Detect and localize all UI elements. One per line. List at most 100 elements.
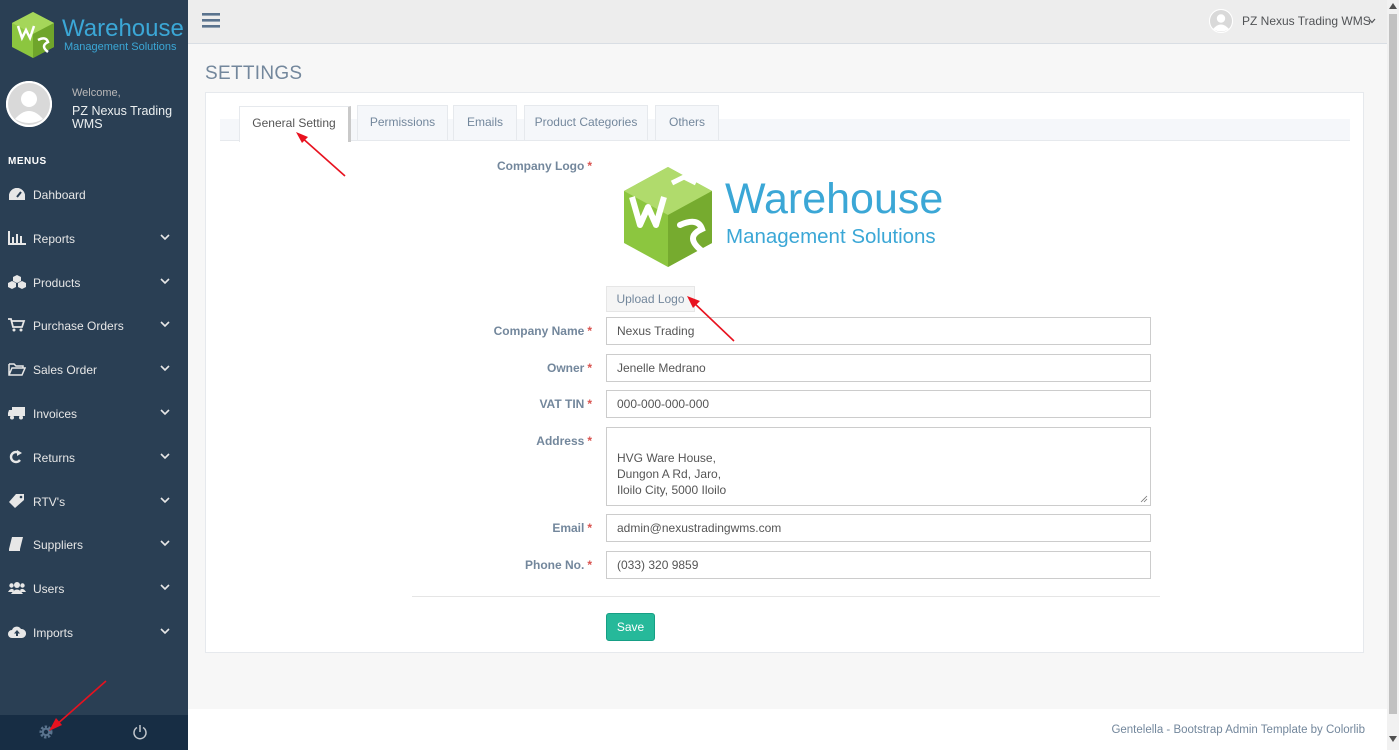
sidebar-item-users[interactable]: Users: [0, 566, 188, 610]
address-label: Address *: [536, 434, 592, 448]
chevron-down-icon: [160, 584, 170, 591]
chevron-down-icon: [160, 409, 170, 416]
chevron-down-icon: [160, 278, 170, 284]
user-name: PZ Nexus Trading WMS: [1242, 14, 1371, 28]
avatar: [1209, 9, 1233, 33]
vertical-scrollbar[interactable]: [1387, 0, 1399, 750]
brand-title: Warehouse: [62, 15, 184, 42]
footer-credit: Gentelella - Bootstrap Admin Template by…: [1111, 724, 1365, 736]
company-logo-label: Company Logo *: [497, 159, 592, 173]
sidebar-item-label: Purchase Orders: [33, 319, 124, 334]
sidebar-item-sales-order[interactable]: Sales Order: [0, 347, 188, 391]
email-label: Email *: [552, 521, 592, 535]
sidebar-item-returns[interactable]: Returns: [0, 435, 188, 479]
sidebar-item-label: Invoices: [33, 406, 78, 421]
resize-handle-icon[interactable]: [1140, 495, 1148, 503]
sidebar-item-invoices[interactable]: Invoices: [0, 391, 188, 435]
chevron-down-icon: [160, 365, 170, 372]
sidebar-item-label: Reports: [33, 231, 76, 246]
truck-icon: [8, 406, 25, 420]
chevron-down-icon: [160, 234, 170, 240]
sidebar-item-label: Imports: [33, 625, 74, 640]
refresh-icon: [9, 449, 22, 463]
folder-open-icon: [8, 363, 26, 376]
dashboard-icon: [9, 188, 25, 200]
sidebar-item-suppliers[interactable]: Suppliers: [0, 522, 188, 566]
chevron-down-icon: [160, 497, 170, 503]
company-logo-image: Warehouse Management Solutions: [618, 163, 958, 273]
vat-tin-label: VAT TIN *: [539, 397, 592, 411]
scroll-up-icon[interactable]: [1389, 3, 1397, 9]
sidebar-item-label: Returns: [33, 450, 76, 465]
address-text: HVG Ware House, Dungon A Rd, Jaro, Iloil…: [617, 451, 727, 497]
logo-title: Warehouse: [725, 175, 944, 223]
chevron-down-icon: [160, 453, 170, 459]
settings-panel: General Setting Permissions Emails Produ…: [205, 92, 1364, 653]
profile-block: Welcome, PZ Nexus Trading WMS: [0, 76, 188, 136]
sidebar-item-label: Users: [33, 582, 65, 597]
sidebar-item-products[interactable]: Products: [0, 260, 188, 304]
user-profile-dropdown[interactable]: PZ Nexus Trading WMS: [1209, 9, 1377, 33]
user-avatar-icon: [1209, 9, 1233, 33]
chevron-down-icon: [160, 540, 170, 547]
phone-label: Phone No. *: [524, 558, 592, 572]
upload-logo-button[interactable]: Upload Logo: [606, 286, 695, 312]
sidebar-item-reports[interactable]: Reports: [0, 216, 188, 260]
tab-others[interactable]: Others: [655, 105, 719, 140]
users-icon: [8, 582, 26, 595]
brand-link[interactable]: Warehouse Management Solutions: [0, 0, 188, 62]
owner-input[interactable]: Jenelle Medrano: [606, 354, 1151, 382]
menu-section-title: MENUS: [8, 156, 47, 167]
sidebar-item-label: Products: [33, 275, 81, 290]
settings-button[interactable]: [0, 721, 94, 747]
book-icon: [9, 537, 23, 552]
sidebar-item-purchase-orders[interactable]: Purchase Orders: [0, 303, 188, 347]
wms-logo-icon: [624, 167, 712, 267]
page-title: SETTINGS: [205, 63, 303, 84]
company-name-input[interactable]: Nexus Trading: [606, 317, 1151, 345]
save-button[interactable]: Save: [606, 613, 655, 641]
side-menu: Dahboard Reports Products Purchase Order…: [0, 172, 188, 654]
sidebar-item-label: Suppliers: [33, 538, 84, 553]
chevron-down-icon: [160, 321, 170, 328]
sidebar-footer: [0, 715, 188, 750]
page-footer: Gentelella - Bootstrap Admin Template by…: [188, 709, 1387, 750]
logo-subtitle: Management Solutions: [726, 225, 936, 248]
cloud-upload-icon: [8, 626, 26, 638]
menu-toggle-icon[interactable]: [202, 11, 220, 29]
sidebar-item-dashboard[interactable]: Dahboard: [0, 172, 188, 216]
brand-subtitle: Management Solutions: [64, 41, 177, 53]
tab-general-setting[interactable]: General Setting: [239, 106, 351, 142]
sidebar-item-label: Dahboard: [33, 188, 86, 202]
sidebar-item-rtvs[interactable]: RTV's: [0, 479, 188, 523]
address-textarea[interactable]: HVG Ware House, Dungon A Rd, Jaro, Iloil…: [606, 427, 1151, 506]
sidebar-item-label: RTV's: [33, 494, 66, 509]
gear-icon: [39, 725, 53, 739]
bar-chart-icon: [8, 230, 26, 245]
form-divider: [412, 596, 1160, 597]
top-navigation: PZ Nexus Trading WMS: [188, 0, 1387, 44]
scroll-thumb[interactable]: [1389, 14, 1397, 714]
power-icon: [133, 725, 147, 740]
cubes-icon: [8, 274, 26, 289]
chevron-down-icon: [1368, 18, 1376, 24]
logout-button[interactable]: [94, 721, 188, 747]
user-avatar-icon: [6, 81, 52, 127]
company-name-label: Company Name *: [493, 324, 592, 338]
tag-icon: [9, 493, 24, 508]
main-content: SETTINGS General Setting Permissions Ema…: [188, 44, 1387, 709]
chevron-down-icon: [160, 628, 170, 635]
wms-logo-icon: [12, 12, 54, 58]
sidebar: Warehouse Management Solutions Welcome, …: [0, 0, 188, 750]
email-input[interactable]: admin@nexustradingwms.com: [606, 514, 1151, 542]
welcome-text: Welcome,: [72, 87, 121, 99]
sidebar-item-imports[interactable]: Imports: [0, 610, 188, 654]
sidebar-item-label: Sales Order: [33, 363, 98, 378]
form-labels: Company Logo * Company Name * Owner * VAT T…: [386, 93, 592, 653]
vat-tin-input[interactable]: 000-000-000-000: [606, 390, 1151, 418]
phone-input[interactable]: (033) 320 9859: [606, 551, 1151, 579]
scroll-down-icon[interactable]: [1389, 736, 1397, 742]
cart-icon: [8, 318, 26, 332]
avatar: [6, 81, 52, 127]
profile-name: PZ Nexus Trading WMS: [72, 104, 173, 131]
